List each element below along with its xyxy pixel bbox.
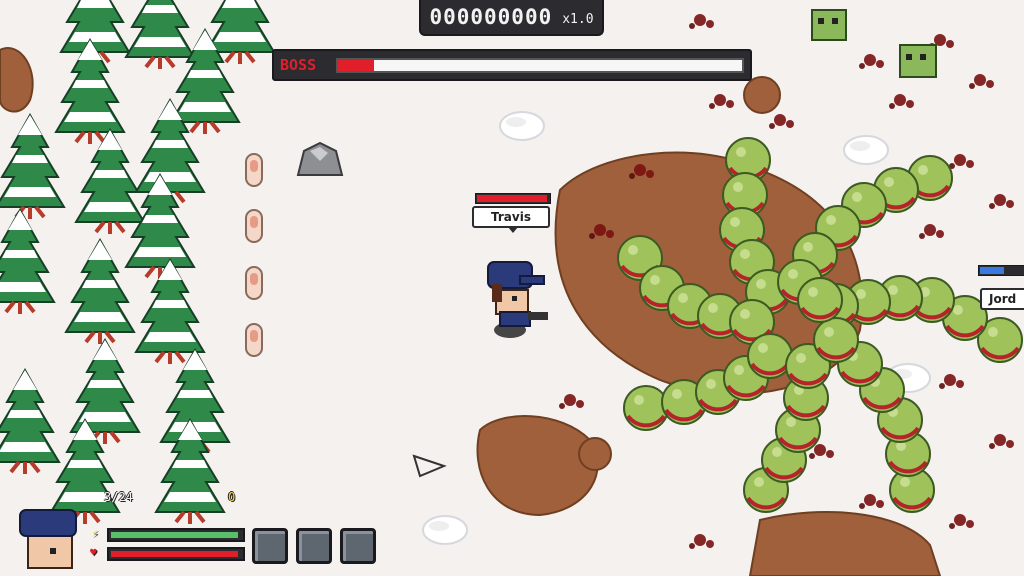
lightning-icon: ⚡ bbox=[92, 527, 99, 540]
hud-player-portrait bbox=[19, 509, 77, 569]
weapon-slot-1[interactable] bbox=[252, 528, 288, 564]
jord-health-fill bbox=[980, 267, 1004, 274]
heart-icon: ♥ bbox=[90, 546, 97, 559]
score-multiplier: x1.0 bbox=[562, 11, 594, 27]
boss-health-bar: BOSS bbox=[272, 49, 752, 81]
boss-health-track bbox=[336, 57, 744, 73]
weapon-slot-2[interactable] bbox=[296, 528, 332, 564]
boss-health-fill bbox=[338, 59, 375, 71]
stamina-fill bbox=[111, 532, 239, 538]
health-fill bbox=[111, 551, 239, 557]
weapon-slot-3[interactable] bbox=[340, 528, 376, 564]
game-world bbox=[0, 0, 1024, 576]
ammo-count: 3/24 bbox=[104, 490, 133, 504]
jord-health-bar bbox=[978, 265, 1024, 276]
player-nametag-jord: Jord bbox=[980, 288, 1024, 310]
player-nametag-travis: Travis bbox=[472, 206, 550, 233]
travis-health-fill bbox=[477, 195, 547, 202]
score-panel: 000000000 x1.0 bbox=[419, 0, 604, 36]
coin-count: 0 bbox=[228, 490, 236, 504]
score-value: 000000000 bbox=[429, 5, 553, 29]
boss-label: BOSS bbox=[280, 56, 317, 74]
stamina-bar bbox=[107, 528, 245, 542]
health-bar bbox=[107, 547, 245, 561]
travis-health-bar bbox=[475, 193, 551, 204]
